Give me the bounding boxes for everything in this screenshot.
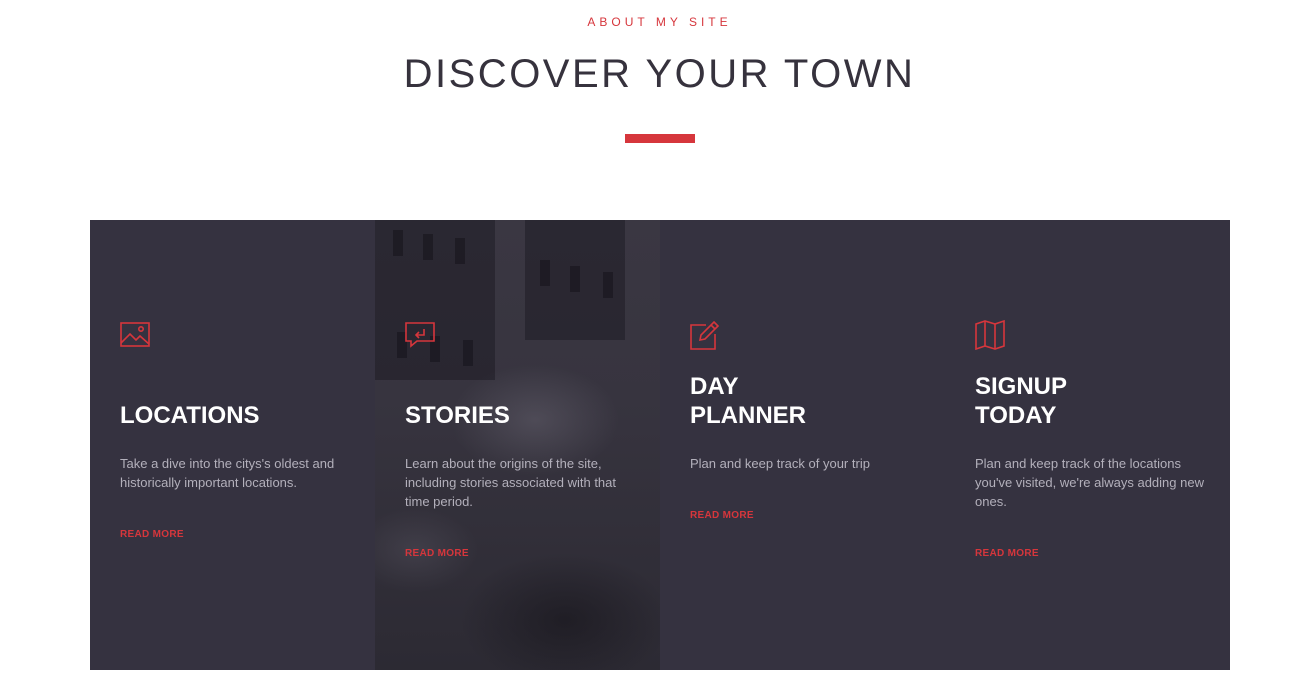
image-icon [120, 320, 150, 350]
feature-card-text: Plan and keep track of your trip [690, 456, 870, 471]
feature-card-title: DAY PLANNER [690, 373, 807, 429]
stories-background-photo [375, 220, 660, 670]
feature-card-stories: STORIES Learn about the origins of the s… [375, 220, 660, 670]
feature-card-text: Learn about the origins of the site, inc… [405, 456, 617, 509]
features-grid: LOCATIONS Take a dive into the citys's o… [90, 220, 1230, 670]
read-more-link-day-planner[interactable]: READ MORE [690, 510, 754, 522]
feature-card-text: Plan and keep track of the locations you… [975, 456, 1204, 509]
feature-card-title: SIGNUP TODAY [975, 373, 1068, 429]
feature-card-title: LOCATIONS [120, 402, 260, 429]
feature-card-locations: LOCATIONS Take a dive into the citys's o… [90, 220, 375, 670]
read-more-link-locations[interactable]: READ MORE [120, 529, 184, 541]
edit-icon [690, 320, 720, 350]
message-reply-icon [405, 320, 435, 350]
section-eyebrow: ABOUT MY SITE [587, 15, 732, 29]
feature-card-day-planner: DAY PLANNER Plan and keep track of your … [660, 220, 945, 670]
read-more-link-signup[interactable]: READ MORE [975, 548, 1039, 560]
feature-card-title: STORIES [405, 402, 510, 429]
map-icon [975, 320, 1005, 350]
page-title: DISCOVER YOUR TOWN [403, 52, 916, 96]
read-more-link-stories[interactable]: READ MORE [405, 548, 469, 560]
title-divider [625, 134, 695, 143]
feature-card-text: Take a dive into the citys's oldest and … [120, 456, 335, 490]
feature-card-signup: SIGNUP TODAY Plan and keep track of the … [945, 220, 1230, 670]
